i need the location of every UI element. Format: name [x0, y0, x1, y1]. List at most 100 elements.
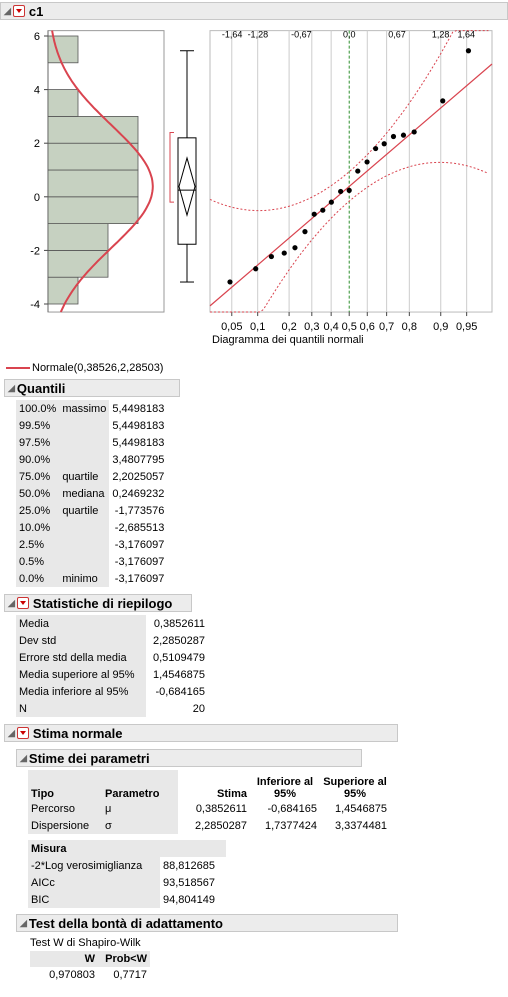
column-header[interactable]: ◢ c1: [0, 2, 508, 20]
table-row: 0.5% -3,176097: [16, 553, 167, 570]
data-point: [302, 229, 308, 235]
data-point: [355, 168, 361, 174]
data-point: [281, 250, 287, 256]
x-tick-label: 0,7: [379, 321, 394, 333]
quantile-percent: 97.5%: [16, 434, 60, 451]
table-row: 25.0% quartile -1,773576: [16, 502, 167, 519]
table-row: N 20: [16, 700, 208, 717]
statistiche-table: Media 0,3852611 Dev std 2,2850287 Errore std…: [16, 615, 208, 717]
collapse-icon[interactable]: ◢: [8, 598, 15, 609]
header-row: Tipo Parametro Stima Inferiore al 95% Superi…: [28, 770, 390, 800]
data-point: [440, 98, 446, 104]
collapse-icon[interactable]: ◢: [8, 728, 15, 739]
quantile-value: -2,685513: [114, 521, 165, 534]
quantile-label: [59, 434, 110, 451]
x-tick-label: 0,2: [281, 321, 296, 333]
stima-header[interactable]: ◢ Stima normale: [4, 724, 398, 742]
test-header[interactable]: ◢ Test della bontà di adattamento: [16, 914, 398, 932]
quantile-label: massimo: [59, 400, 110, 417]
y-tick-label: 2: [34, 138, 40, 150]
misura-value: 93,518567: [163, 876, 215, 889]
quantile-value: 3,4807795: [112, 453, 165, 466]
quantile-label: quartile: [59, 502, 110, 519]
stat-label: Media superiore al 95%: [16, 666, 146, 683]
data-point: [411, 129, 417, 135]
test-table: W Prob<W 0,970803 0,7717: [30, 951, 150, 983]
param-value: 1,7377424: [265, 819, 317, 832]
header-row: Misura: [28, 840, 226, 857]
quantile-label: mediana: [59, 485, 110, 502]
quantile-label: [59, 417, 110, 434]
y-tick-label: 0: [34, 192, 40, 204]
quantile-value: 5,4498183: [112, 402, 165, 415]
quantili-table: 100.0% massimo 5,4498183 99.5% 5,4498183 97.5…: [16, 400, 167, 587]
y-tick-label: -4: [30, 299, 40, 311]
column-header: Prob<W: [98, 951, 150, 967]
quantile-percent: 0.0%: [16, 570, 60, 587]
x-tick-label: 0,95: [456, 321, 477, 333]
quantile-value: 5,4498183: [112, 419, 165, 432]
data-point: [338, 188, 344, 195]
table-row: 99.5% 5,4498183: [16, 417, 167, 434]
statistiche-header[interactable]: ◢ Statistiche di riepilogo: [4, 594, 192, 612]
column-header: W: [30, 951, 98, 967]
stat-label: N: [16, 700, 146, 717]
distribution-plot: 6 4 2 0 -2 -4 0,05 0,1 0,2 0,3 0,4 0,5 0,6 0,7 0,8 0,9 0…: [30, 30, 493, 333]
column-header: Superiore al 95%: [320, 770, 390, 800]
param-label: σ: [102, 817, 178, 834]
quantile-label: quartile: [59, 468, 110, 485]
red-triangle-menu-icon[interactable]: [12, 5, 25, 17]
params-table: Tipo Parametro Stima Inferiore al 95% Superi…: [28, 770, 390, 834]
quantile-label: [59, 536, 110, 553]
params-header[interactable]: ◢ Stime dei parametri: [16, 749, 362, 767]
stat-value: -0,684165: [155, 685, 205, 698]
quantile-percent: 99.5%: [16, 417, 60, 434]
data-point: [227, 279, 233, 285]
data-point: [320, 207, 326, 213]
data-point: [328, 199, 334, 205]
x-tick-label: 0,5: [342, 321, 357, 333]
data-point: [253, 266, 259, 272]
quantile-percent: 2.5%: [16, 536, 60, 553]
collapse-icon[interactable]: ◢: [8, 383, 15, 394]
y-tick-label: 6: [34, 31, 40, 43]
histogram-bar: [47, 249, 109, 278]
misura-value: 88,812685: [163, 859, 215, 872]
data-point: [373, 145, 379, 152]
collapse-icon[interactable]: ◢: [20, 918, 27, 929]
param-value: 0,3852611: [195, 802, 247, 815]
quantile-percent: 90.0%: [16, 451, 60, 468]
top-quantile-label: 1,28: [432, 30, 450, 40]
column-header: Tipo: [28, 770, 102, 800]
data-point: [346, 187, 352, 193]
header-row: W Prob<W: [30, 951, 150, 967]
table-row: 97.5% 5,4498183: [16, 434, 167, 451]
stima-title: Stima normale: [32, 725, 123, 741]
normal-legend: Normale(0,38526,2,28503): [6, 362, 163, 374]
table-row: Media inferiore al 95% -0,684165: [16, 683, 208, 700]
quantile-percent: 75.0%: [16, 468, 60, 485]
quantile-percent: 100.0%: [16, 400, 60, 417]
x-tick-label: 0,1: [250, 321, 265, 333]
column-header-empty: [160, 840, 226, 857]
table-row: 10.0% -2,685513: [16, 519, 167, 536]
statistiche-title: Statistiche di riepilogo: [32, 595, 173, 611]
data-point: [268, 253, 274, 260]
params-title: Stime dei parametri: [28, 750, 150, 766]
param-label: μ: [102, 800, 178, 817]
quantile-percent: 10.0%: [16, 519, 60, 536]
stat-value: 2,2850287: [153, 634, 205, 647]
quantili-header[interactable]: ◢ Quantili: [4, 379, 180, 397]
red-triangle-menu-icon[interactable]: [16, 597, 29, 609]
red-triangle-menu-icon[interactable]: [16, 727, 29, 739]
x-tick-label: 0,8: [402, 321, 417, 333]
table-row: Media superiore al 95% 1,4546875: [16, 666, 208, 683]
histogram-bar: [47, 142, 139, 171]
quantile-percent: 50.0%: [16, 485, 60, 502]
column-header: Misura: [28, 840, 160, 857]
stat-value: 0,5109479: [153, 651, 205, 664]
misura-table: Misura -2*Log verosimiglianza 88,812685 AIC…: [28, 840, 226, 908]
y-tick-label: -2: [30, 245, 40, 257]
collapse-icon[interactable]: ◢: [20, 753, 27, 764]
collapse-icon[interactable]: ◢: [4, 6, 11, 17]
